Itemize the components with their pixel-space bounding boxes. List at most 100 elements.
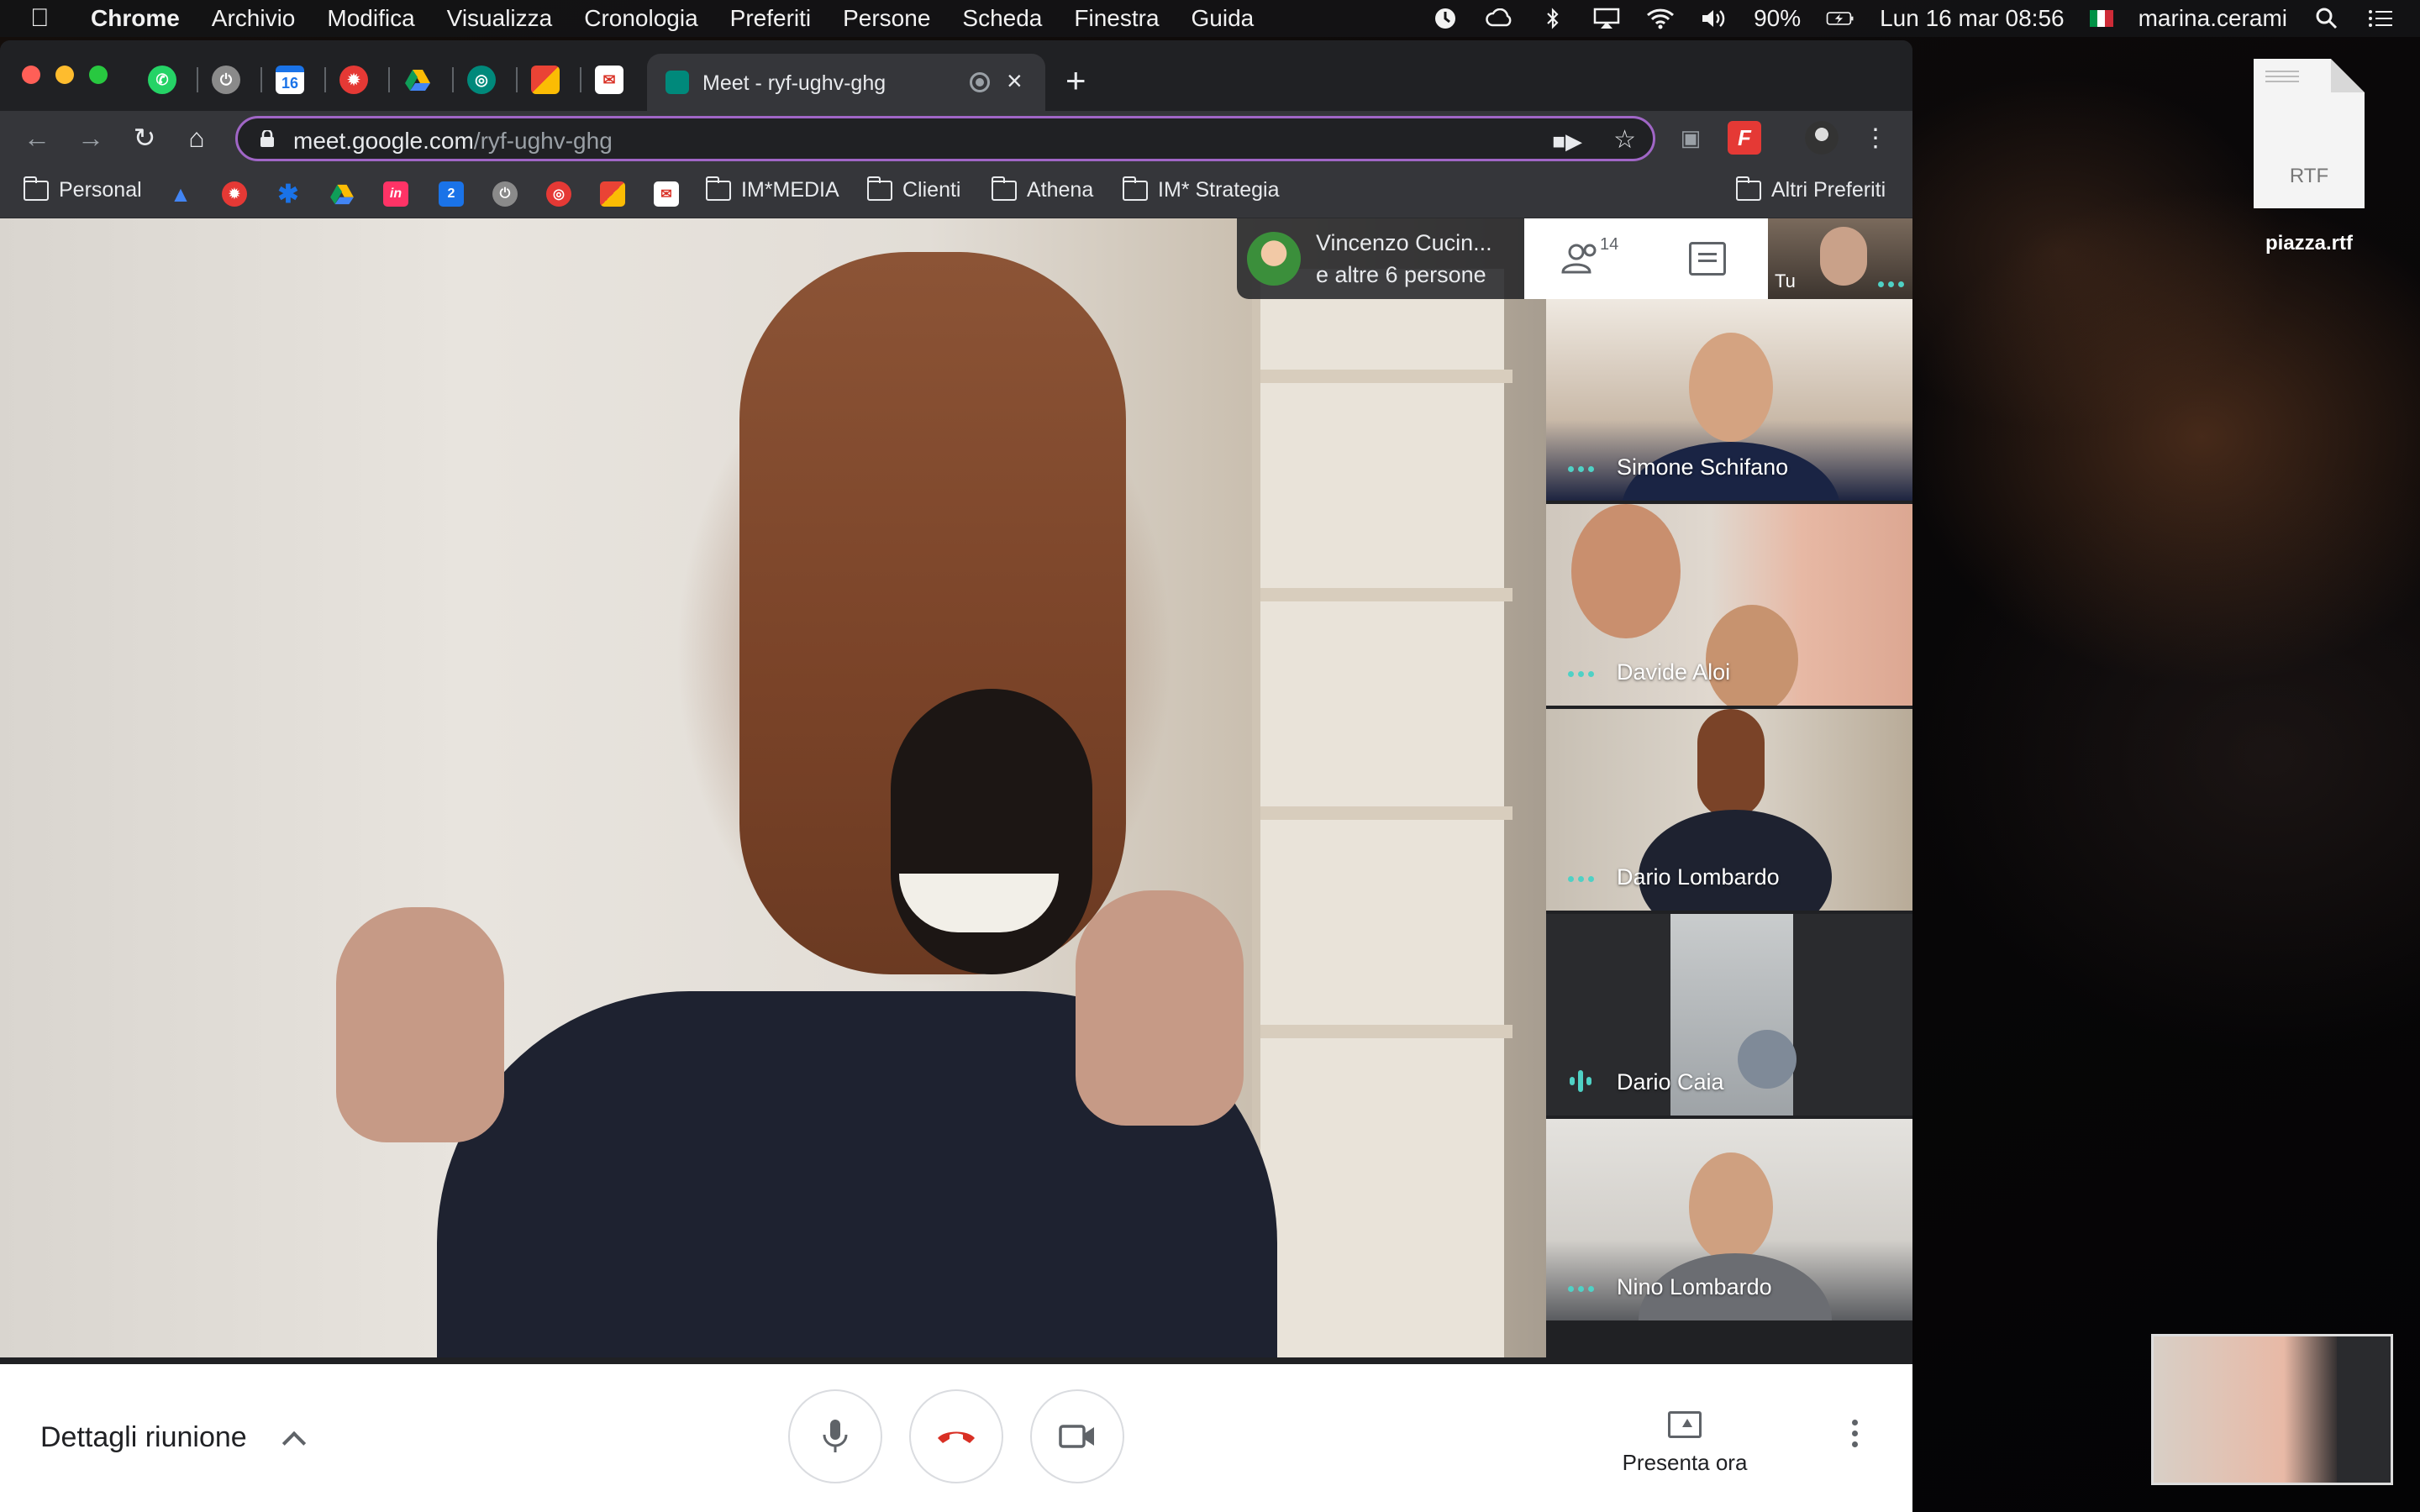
camera-in-use-icon[interactable]: ■▶: [1552, 129, 1582, 155]
folder-icon: [1736, 176, 1761, 201]
bookmark-folder-altri-preferiti[interactable]: Altri Preferiti: [1736, 176, 1886, 202]
participant-face: [1706, 605, 1798, 706]
menu-preferiti[interactable]: Preferiti: [730, 5, 811, 32]
participant-face: [1571, 504, 1681, 638]
tab-calendar-icon[interactable]: 16: [276, 66, 304, 94]
bookmark-folder-athena[interactable]: Athena: [992, 176, 1093, 202]
menu-visualizza[interactable]: Visualizza: [447, 5, 553, 32]
tab-power-icon[interactable]: ⏻: [212, 66, 240, 94]
bookmark-asterisk-icon[interactable]: ✹: [222, 181, 247, 207]
participant-tile[interactable]: Dario Caia: [1546, 914, 1912, 1116]
participant-more-dots-icon[interactable]: [1568, 1286, 1594, 1292]
menu-guida[interactable]: Guida: [1192, 5, 1255, 32]
minimize-window-button[interactable]: [55, 66, 74, 84]
self-more-dots-icon[interactable]: [1878, 281, 1904, 287]
menu-finestra[interactable]: Finestra: [1074, 5, 1159, 32]
bookmark-personal[interactable]: Personal: [24, 176, 142, 202]
meeting-details-button[interactable]: Dettagli riunione: [40, 1421, 247, 1454]
chevron-up-icon[interactable]: [281, 1431, 307, 1456]
rtf-file-icon[interactable]: RTF: [2254, 59, 2365, 208]
battery-icon[interactable]: [1826, 7, 1854, 30]
menu-scheda[interactable]: Scheda: [962, 5, 1042, 32]
participant-tile[interactable]: Dario Lombardo: [1546, 709, 1912, 911]
close-tab-icon[interactable]: ×: [1007, 66, 1023, 97]
participant-more-dots-icon[interactable]: [1568, 876, 1594, 882]
participant-tile[interactable]: Nino Lombardo: [1546, 1119, 1912, 1320]
end-call-button[interactable]: [909, 1389, 1003, 1483]
bookmark-folder-immedia[interactable]: IM*MEDIA: [706, 176, 839, 202]
more-options-icon[interactable]: [1852, 1420, 1858, 1447]
tab-gmail-icon[interactable]: ✉: [595, 66, 623, 94]
participant-more-dots-icon[interactable]: [1568, 671, 1594, 677]
desktop-file-name[interactable]: piazza.rtf: [2218, 232, 2400, 255]
zoom-window-button[interactable]: [89, 66, 108, 84]
bookmark-drive-icon[interactable]: [329, 181, 355, 207]
bookmark-invision-icon[interactable]: in: [383, 181, 408, 207]
home-button[interactable]: ⌂: [180, 121, 213, 155]
clock-status-icon[interactable]: [1431, 7, 1460, 30]
folder-icon: [992, 176, 1017, 201]
bookmark-star-icon[interactable]: ☆: [1613, 125, 1636, 155]
profile-avatar[interactable]: [1805, 121, 1839, 155]
tab-drive-icon[interactable]: [403, 66, 432, 94]
recording-indicator-icon: [970, 72, 990, 92]
spotlight-search-icon[interactable]: [2312, 7, 2341, 30]
present-now-button[interactable]: Presenta ora: [1622, 1411, 1748, 1476]
tab-target-icon[interactable]: ◎: [467, 66, 496, 94]
bookmark-folder-clienti[interactable]: Clienti: [867, 176, 960, 202]
airplay-icon[interactable]: [1592, 7, 1621, 30]
new-tab-button[interactable]: +: [1065, 60, 1086, 101]
volume-icon[interactable]: [1700, 7, 1728, 30]
creative-cloud-icon[interactable]: [1485, 7, 1513, 30]
menu-modifica[interactable]: Modifica: [327, 5, 414, 32]
tab-asterisk-icon[interactable]: ✹: [339, 66, 368, 94]
apple-menu-icon[interactable]: : [30, 4, 77, 33]
bookmark-ads-icon[interactable]: ▲: [168, 181, 193, 207]
wifi-icon[interactable]: [1646, 7, 1675, 30]
address-url[interactable]: meet.google.com/ryf-ughv-ghg: [293, 128, 613, 155]
folder-icon: [706, 176, 731, 201]
chat-icon[interactable]: [1689, 242, 1726, 276]
tab-whatsapp-icon[interactable]: ✆: [148, 66, 176, 94]
close-window-button[interactable]: [22, 66, 40, 84]
lock-icon: [260, 130, 274, 147]
menu-app-name[interactable]: Chrome: [91, 5, 180, 32]
participant-name: Simone Schifano: [1617, 454, 1789, 480]
camera-button[interactable]: [1030, 1389, 1124, 1483]
address-bar[interactable]: meet.google.com/ryf-ughv-ghg ■▶ ☆: [235, 116, 1655, 161]
italian-flag-icon[interactable]: [2089, 10, 2113, 27]
menu-bar:  Chrome Archivio Modifica Visualizza Cr…: [0, 0, 2420, 37]
hangup-icon: [938, 1431, 975, 1443]
menu-cronologia[interactable]: Cronologia: [584, 5, 697, 32]
notification-center-icon[interactable]: [2366, 7, 2395, 30]
bookmark-maps-icon[interactable]: [600, 181, 625, 207]
self-view-video[interactable]: Tu: [1768, 218, 1912, 299]
screenshot-preview-thumbnail[interactable]: [2151, 1334, 2393, 1485]
tab-meet-active[interactable]: Meet - ryf-ughv-ghg ×: [647, 54, 1045, 111]
bookmark-gmail-icon[interactable]: ✉: [654, 181, 679, 207]
chrome-menu-icon[interactable]: ⋮: [1859, 121, 1892, 155]
extension-f-icon[interactable]: F: [1728, 121, 1761, 155]
menu-archivio[interactable]: Archivio: [212, 5, 296, 32]
menu-user-name[interactable]: marina.cerami: [2139, 5, 2287, 32]
presenter-card[interactable]: Vincenzo Cucin... e altre 6 persone: [1237, 218, 1526, 299]
bookmark-target-icon[interactable]: ◎: [546, 181, 571, 207]
reload-button[interactable]: ↻: [128, 121, 161, 155]
meet-control-bar: Dettagli riunione Presenta ora: [0, 1364, 1912, 1512]
menu-persone[interactable]: Persone: [843, 5, 930, 32]
microphone-button[interactable]: [788, 1389, 882, 1483]
main-speaker-video[interactable]: [0, 218, 1546, 1357]
bookmark-power-icon[interactable]: ⏻: [492, 181, 518, 207]
bookmark-folder-im-strategia[interactable]: IM* Strategia: [1123, 176, 1280, 202]
bluetooth-icon[interactable]: [1539, 7, 1567, 30]
back-button[interactable]: ←: [20, 121, 54, 155]
screenshot-extension-icon[interactable]: ▣: [1674, 121, 1707, 155]
participant-tile[interactable]: Simone Schifano: [1546, 299, 1912, 501]
bookmark-star-tool-icon[interactable]: ✱: [276, 181, 301, 208]
forward-button[interactable]: →: [74, 121, 108, 155]
menu-datetime[interactable]: Lun 16 mar 08:56: [1880, 5, 2065, 32]
participant-tile[interactable]: Davide Aloi: [1546, 504, 1912, 706]
tab-maps-icon[interactable]: [531, 66, 560, 94]
bookmark-calendar-icon[interactable]: 2: [439, 181, 464, 207]
participant-more-dots-icon[interactable]: [1568, 466, 1594, 472]
